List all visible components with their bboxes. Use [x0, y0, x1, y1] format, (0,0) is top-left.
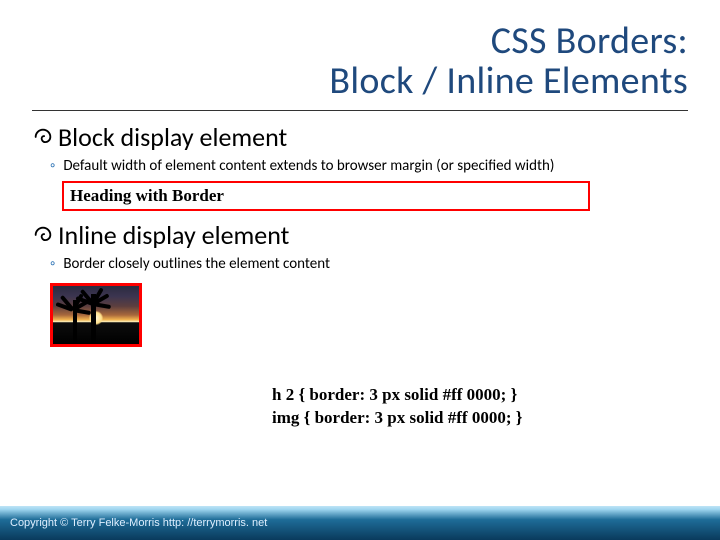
inline-sub-bullet: ◦ Border closely outlines the element con… — [50, 255, 688, 273]
code-line-2: img { border: 3 px solid #ff 0000; } — [272, 407, 688, 430]
title-line-2: Block / Inline Elements — [32, 58, 688, 104]
inline-border-example-image — [50, 283, 142, 347]
code-line-1: h 2 { border: 3 px solid #ff 0000; } — [272, 384, 688, 407]
slide-content: CSS Borders: Block / Inline Elements Blo… — [0, 0, 720, 430]
inline-heading-text: Inline display element — [58, 219, 289, 251]
sub-bullet-marker: ◦ — [50, 255, 55, 273]
swirl-bullet-icon — [32, 126, 54, 148]
slide-title: CSS Borders: Block / Inline Elements — [32, 18, 688, 104]
bullet-inline-display: Inline display element — [32, 219, 688, 251]
block-sub-bullet: ◦ Default width of element content extend… — [50, 157, 688, 175]
footer-text: Copyright © Terry Felke-Morris http: //t… — [10, 517, 267, 529]
swirl-bullet-icon — [32, 224, 54, 246]
inline-sub-text: Border closely outlines the element cont… — [63, 255, 330, 273]
block-border-example: Heading with Border — [62, 181, 590, 211]
title-divider — [32, 110, 688, 111]
block-sub-text: Default width of element content extends… — [63, 157, 554, 175]
css-code-example: h 2 { border: 3 px solid #ff 0000; } img… — [272, 384, 688, 430]
footer-bar: Copyright © Terry Felke-Morris http: //t… — [0, 506, 720, 540]
sub-bullet-marker: ◦ — [50, 157, 55, 175]
block-heading-text: Block display element — [58, 121, 287, 153]
bullet-block-display: Block display element — [32, 121, 688, 153]
